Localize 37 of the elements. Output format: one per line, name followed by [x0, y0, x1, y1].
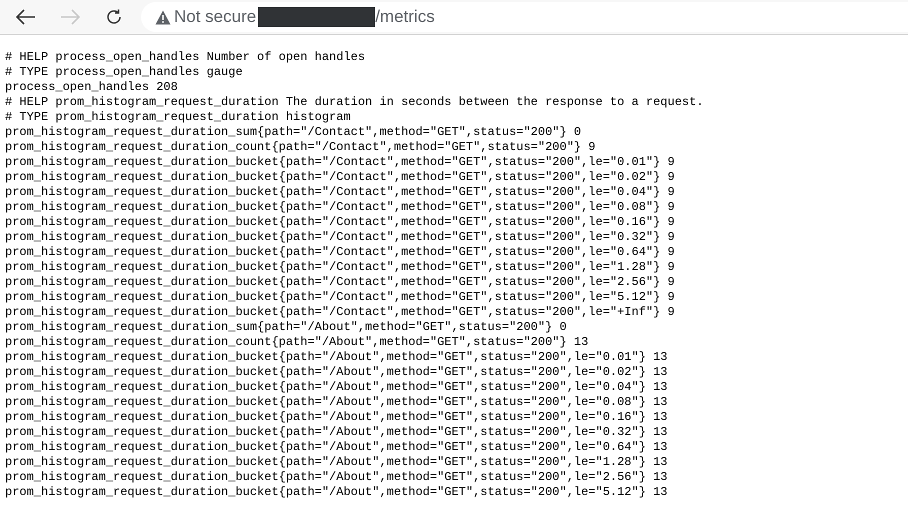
code-line: prom_histogram_request_duration_count{path="/About",method="GET",status="200"} 13 [5, 335, 588, 350]
code-line: prom_histogram_request_duration_count{path="/Contact",method="GET",status="200"} 9 [5, 140, 596, 155]
code-line: prom_histogram_request_duration_bucket{path="/Contact",method="GET",status="200",le="5.12"} 9 [5, 290, 675, 305]
code-line: prom_histogram_request_duration_bucket{path="/Contact",method="GET",status="200",le="0.08"} 9 [5, 200, 675, 215]
code-line: prom_histogram_request_duration_bucket{path="/Contact",method="GET",status="200",le="0.02"} 9 [5, 170, 675, 185]
code-line: prom_histogram_request_duration_bucket{path="/Contact",method="GET",status="200",le="0.64"} 9 [5, 245, 675, 260]
warning-icon [155, 10, 171, 24]
url-text: /metrics [375, 6, 435, 28]
security-label: Not secure [174, 6, 256, 28]
code-line: # TYPE process_open_handles gauge [5, 65, 243, 80]
code-line: prom_histogram_request_duration_bucket{path="/Contact",method="GET",status="200",le="+Inf"} 9 [5, 305, 675, 320]
code-line: prom_histogram_request_duration_bucket{path="/About",method="GET",status="200",le="0.16"} 13 [5, 410, 668, 425]
code-line: prom_histogram_request_duration_bucket{path="/About",method="GET",status="200",le="0.02"} 13 [5, 365, 668, 380]
code-line: prom_histogram_request_duration_bucket{path="/Contact",method="GET",status="200",le="0.32"} 9 [5, 230, 675, 245]
code-line: prom_histogram_request_duration_bucket{path="/Contact",method="GET",status="200",le="2.56"} 9 [5, 275, 675, 290]
code-line: prom_histogram_request_duration_bucket{path="/About",method="GET",status="200",le="0.01"} 13 [5, 350, 668, 365]
code-line: prom_histogram_request_duration_bucket{path="/Contact",method="GET",status="200",le="0.01"} 9 [5, 155, 675, 170]
code-line: prom_histogram_request_duration_bucket{path="/About",method="GET",status="200",le="0.08"} 13 [5, 395, 668, 410]
code-line: prom_histogram_request_duration_bucket{path="/About",method="GET",status="200",le="0.04"} 13 [5, 380, 668, 395]
code-line: # TYPE prom_histogram_request_duration histogram [5, 110, 351, 125]
code-line: prom_histogram_request_duration_bucket{path="/Contact",method="GET",status="200",le="0.04"} 9 [5, 185, 675, 200]
back-arrow-icon [16, 9, 36, 25]
code-line: # HELP prom_histogram_request_duration The duration in seconds between the response to a request. [5, 95, 704, 110]
code-line: prom_histogram_request_duration_bucket{path="/Contact",method="GET",status="200",le="0.16"} 9 [5, 215, 675, 230]
code-line: prom_histogram_request_duration_bucket{path="/Contact",method="GET",status="200",le="1.28"} 9 [5, 260, 675, 275]
code-line: prom_histogram_request_duration_bucket{path="/About",method="GET",status="200",le="1.28"} 13 [5, 455, 668, 470]
code-line: prom_histogram_request_duration_sum{path="/About",method="GET",status="200"} 0 [5, 320, 567, 335]
address-bar[interactable]: Not secure /metrics [141, 2, 908, 32]
forward-arrow-icon [60, 9, 80, 25]
code-line: prom_histogram_request_duration_bucket{path="/About",method="GET",status="200",le="2.56"} 13 [5, 470, 668, 485]
code-line: prom_histogram_request_duration_bucket{path="/About",method="GET",status="200",le="5.12"} 13 [5, 485, 668, 500]
code-line: process_open_handles 208 [5, 80, 178, 95]
code-line: prom_histogram_request_duration_sum{path="/Contact",method="GET",status="200"} 0 [5, 125, 582, 140]
code-line: prom_histogram_request_duration_bucket{path="/About",method="GET",status="200",le="0.32"} 13 [5, 425, 668, 440]
code-line: # HELP process_open_handles Number of open handles [5, 50, 366, 65]
code-line: prom_histogram_request_duration_bucket{path="/About",method="GET",status="200",le="0.64"} 13 [5, 440, 668, 455]
reload-icon [105, 8, 123, 26]
